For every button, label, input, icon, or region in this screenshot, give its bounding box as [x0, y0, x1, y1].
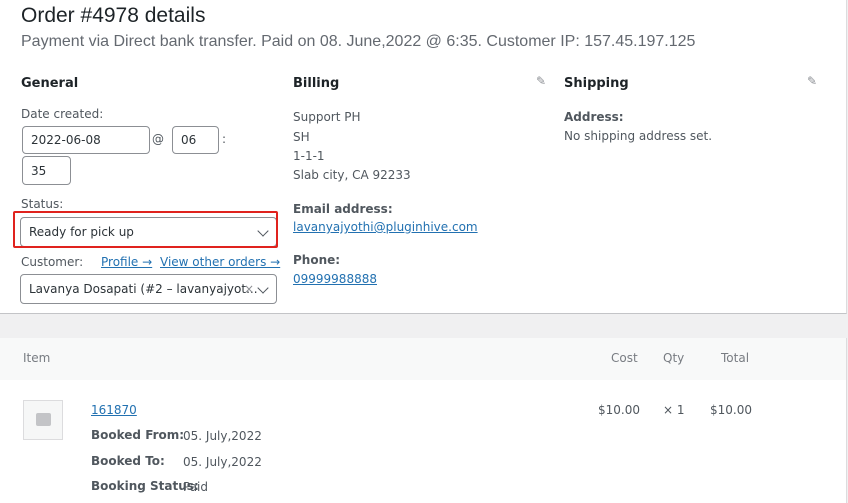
- order-data-panel: Order #4978 details Payment via Direct b…: [0, 0, 847, 314]
- clear-customer-icon[interactable]: ×: [244, 275, 254, 303]
- chevron-down-icon: [257, 282, 269, 294]
- order-subtitle: Payment via Direct bank transfer. Paid o…: [21, 33, 696, 50]
- billing-email-link[interactable]: lavanyajyothi@pluginhive.com: [293, 220, 478, 234]
- item-qty: × 1: [663, 403, 685, 417]
- item-total: $10.00: [710, 403, 752, 417]
- status-label: Status:: [21, 197, 64, 211]
- column-cost[interactable]: Cost: [611, 351, 638, 365]
- minute-input[interactable]: [22, 156, 71, 185]
- view-other-orders-link[interactable]: View other orders →: [160, 255, 280, 269]
- items-table-body: 161870 $10.00 × 1 $10.00 Booked From: 05…: [0, 380, 847, 503]
- customer-select-value: Lavanya Dosapati (#2 – lavanyajyot...: [29, 282, 258, 296]
- shipping-heading: Shipping: [564, 76, 629, 91]
- image-placeholder-icon: [23, 400, 63, 440]
- billing-heading: Billing: [293, 76, 340, 91]
- customer-select[interactable]: Lavanya Dosapati (#2 – lavanyajyot... ×: [20, 274, 277, 304]
- shipping-address-value: No shipping address set.: [564, 129, 713, 143]
- items-table-header: Item Cost Qty Total: [0, 338, 847, 380]
- column-item[interactable]: Item: [23, 351, 50, 365]
- item-name-link[interactable]: 161870: [91, 403, 137, 417]
- meta-value-booking-status: Paid: [183, 480, 209, 494]
- hour-input[interactable]: [172, 126, 219, 154]
- meta-value-booked-to: 05. July,2022: [183, 455, 262, 469]
- shipping-address-label: Address:: [564, 110, 624, 124]
- column-total[interactable]: Total: [721, 351, 749, 365]
- billing-address-line: Slab city, CA 92233: [293, 168, 411, 182]
- status-highlight-box: [13, 211, 278, 248]
- billing-phone-link[interactable]: 09999988888: [293, 272, 377, 286]
- edit-billing-pencil-icon[interactable]: ✎: [536, 74, 546, 88]
- email-label: Email address:: [293, 202, 393, 216]
- billing-address-line: Support PH: [293, 110, 361, 124]
- column-qty[interactable]: Qty: [663, 351, 684, 365]
- meta-key-booked-to: Booked To:: [91, 454, 165, 468]
- meta-key-booked-from: Booked From:: [91, 428, 185, 442]
- date-created-label: Date created:: [21, 107, 104, 121]
- at-separator: @: [152, 132, 164, 146]
- profile-link[interactable]: Profile →: [101, 255, 152, 269]
- general-heading: General: [21, 76, 79, 91]
- billing-address-line: SH: [293, 130, 310, 144]
- customer-label: Customer:: [21, 255, 84, 269]
- meta-value-booked-from: 05. July,2022: [183, 429, 262, 443]
- page-title: Order #4978 details: [21, 4, 206, 27]
- colon-separator: :: [222, 132, 227, 146]
- billing-address-line: 1-1-1: [293, 149, 325, 163]
- item-cost: $10.00: [598, 403, 640, 417]
- date-created-input[interactable]: [22, 126, 150, 154]
- edit-shipping-pencil-icon[interactable]: ✎: [807, 74, 817, 88]
- phone-label: Phone:: [293, 253, 341, 267]
